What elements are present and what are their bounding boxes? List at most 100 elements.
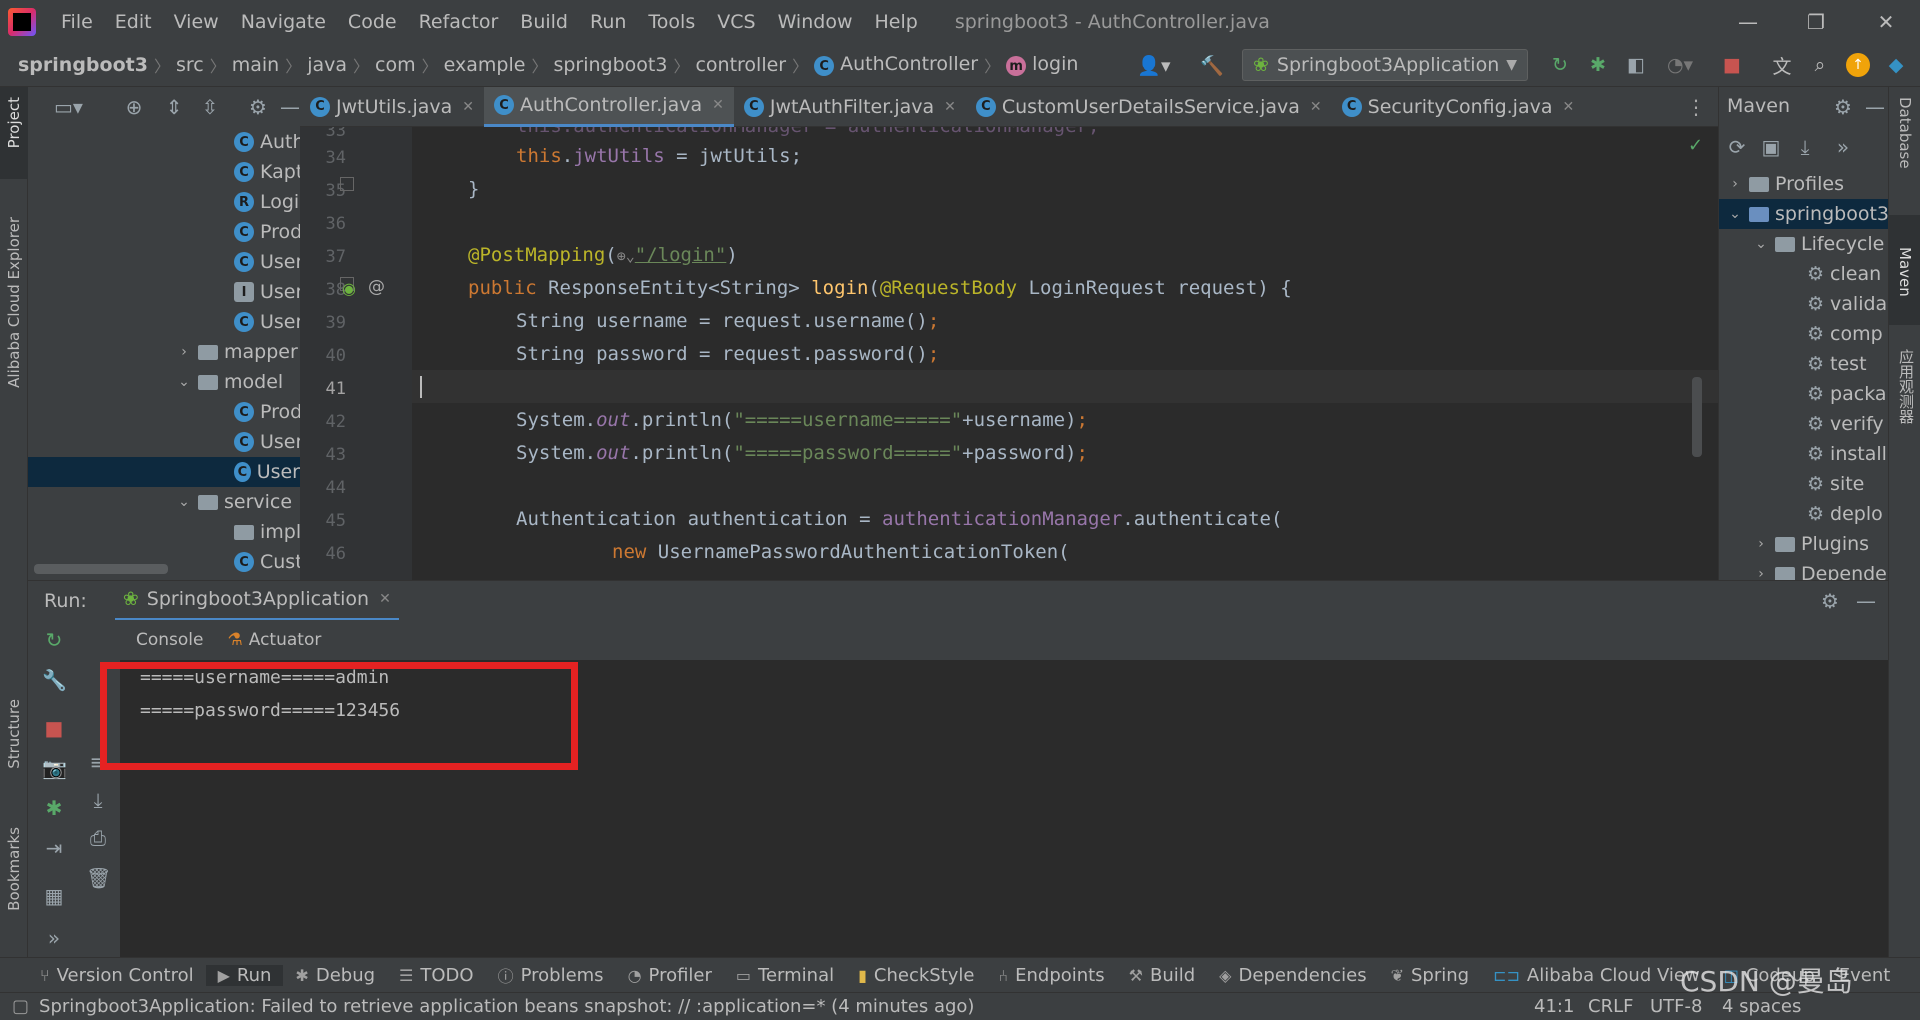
tab-build[interactable]: ⚒ Build xyxy=(1117,965,1208,986)
tab-customuserdetailsservice[interactable]: C CustomUserDetailsService.java ✕ xyxy=(966,87,1332,127)
tab-debug[interactable]: ✱ Debug xyxy=(283,965,387,986)
restore-icon[interactable]: ❐ xyxy=(1786,0,1846,43)
status-toggle-icon[interactable]: ▢ xyxy=(12,996,29,1017)
tab-jwtutils[interactable]: C JwtUtils.java ✕ xyxy=(300,87,484,127)
close-tab-icon[interactable]: ✕ xyxy=(379,591,391,607)
tree-item[interactable]: C User xyxy=(234,427,300,457)
tab-actuator[interactable]: ⚗ Actuator xyxy=(220,630,330,650)
maven-goal-verify[interactable]: ⚙ verify xyxy=(1807,409,1884,439)
tree-folder[interactable]: ⌄ model xyxy=(176,367,283,397)
debug-bug-icon[interactable]: ✱ xyxy=(1586,53,1610,77)
profile-icon[interactable]: ◔▾ xyxy=(1660,53,1700,77)
search-icon[interactable]: ⌕ xyxy=(1808,53,1832,77)
clear-trash-icon[interactable]: 🗑 xyxy=(86,866,111,890)
close-window-icon[interactable]: ✕ xyxy=(1856,0,1916,43)
endpoint-gutter-icon[interactable]: ◉ xyxy=(342,279,356,298)
menu-navigate[interactable]: Navigate xyxy=(230,11,337,33)
debug-restart-icon[interactable]: ✱ xyxy=(42,796,66,820)
menu-run[interactable]: Run xyxy=(579,11,637,33)
maven-lifecycle[interactable]: ⌄ Lifecycle xyxy=(1753,229,1884,259)
tree-item-selected[interactable]: C User xyxy=(28,457,300,487)
close-tab-icon[interactable]: ✕ xyxy=(1563,99,1575,115)
menu-help[interactable]: Help xyxy=(863,11,928,33)
vertical-scrollbar[interactable] xyxy=(1692,377,1702,457)
layout-icon[interactable]: ▦ xyxy=(42,884,66,908)
more-tabs-icon[interactable]: ⋮ xyxy=(1686,95,1706,119)
tab-endpoints[interactable]: ⑃ Endpoints xyxy=(987,965,1117,986)
reload-icon[interactable]: ⟳ xyxy=(1725,135,1749,159)
wrench-icon[interactable]: 🔧 xyxy=(42,668,67,692)
tab-jwtauthfilter[interactable]: C JwtAuthFilter.java ✕ xyxy=(734,87,966,127)
tab-profiler[interactable]: ◔ Profiler xyxy=(616,965,724,986)
breadcrumb-src[interactable]: src xyxy=(170,54,210,76)
tab-checkstyle[interactable]: ▮ CheckStyle xyxy=(846,965,986,986)
tree-item[interactable]: C Kapt xyxy=(234,157,300,187)
collapse-all-icon[interactable]: ⇳ xyxy=(198,95,222,119)
menu-tools[interactable]: Tools xyxy=(637,11,706,33)
run-config-tab[interactable]: ❀ Springboot3Application ✕ xyxy=(114,581,399,621)
tab-dependencies[interactable]: ◈ Dependencies xyxy=(1207,965,1378,986)
run-configuration-select[interactable]: ❀ Springboot3Application ▼ xyxy=(1242,49,1528,81)
more-icon[interactable]: » xyxy=(1831,135,1855,159)
camera-icon[interactable]: 📷 xyxy=(42,756,67,780)
settings-gear-icon[interactable]: ⚙ xyxy=(1818,589,1842,613)
tree-folder[interactable]: impl xyxy=(234,517,300,547)
menu-code[interactable]: Code xyxy=(337,11,408,33)
menu-view[interactable]: View xyxy=(163,11,230,33)
app-observer-tab[interactable]: 应用观测器 xyxy=(1896,349,1917,424)
minimize-icon[interactable]: — xyxy=(1718,0,1778,43)
login-icon[interactable]: ⇥ xyxy=(42,836,66,860)
project-view-icon[interactable]: ▭▾ xyxy=(54,95,83,119)
hide-icon[interactable]: — xyxy=(1854,589,1878,613)
breadcrumb-controller[interactable]: controller xyxy=(689,54,792,76)
maven-project[interactable]: ⌄ springboot3 xyxy=(1719,199,1888,229)
scroll-to-end-icon[interactable]: ⤓ xyxy=(86,788,110,812)
breadcrumb-main[interactable]: main xyxy=(226,54,285,76)
tab-console[interactable]: Console xyxy=(120,630,220,650)
tree-item[interactable]: C Prod xyxy=(234,217,300,247)
project-tool-tab[interactable]: Project xyxy=(0,87,28,179)
settings-gear-icon[interactable]: ⚙ xyxy=(1831,95,1855,119)
plugin-logo-icon[interactable]: ◆ xyxy=(1884,53,1908,77)
fold-icon[interactable] xyxy=(340,177,354,191)
maven-goal-site[interactable]: ⚙ site xyxy=(1807,469,1864,499)
maven-goal-test[interactable]: ⚙ test xyxy=(1807,349,1867,379)
tab-authcontroller[interactable]: C AuthController.java ✕ xyxy=(484,86,734,127)
breadcrumb-method[interactable]: m login xyxy=(1000,53,1084,77)
mapping-gutter-icon[interactable]: @ xyxy=(368,277,385,297)
code-token[interactable]: "/login" xyxy=(635,244,727,266)
tab-alibaba-cloud-view[interactable]: ⊏⊐ Alibaba Cloud View xyxy=(1481,965,1712,986)
status-message[interactable]: Springboot3Application: Failed to retrie… xyxy=(39,996,974,1017)
maven-goal-package[interactable]: ⚙ packa xyxy=(1807,379,1887,409)
tab-securityconfig[interactable]: C SecurityConfig.java ✕ xyxy=(1332,87,1585,127)
line-separator[interactable]: CRLF xyxy=(1588,996,1633,1017)
tab-run[interactable]: ▶ Run xyxy=(205,964,284,986)
maven-goal-install[interactable]: ⚙ install xyxy=(1807,439,1887,469)
tab-terminal[interactable]: ▭ Terminal xyxy=(724,965,846,986)
user-account-icon[interactable]: 👤▾ xyxy=(1134,53,1174,77)
menu-file[interactable]: File xyxy=(50,11,104,33)
tree-item[interactable]: C Prod xyxy=(234,397,300,427)
menu-edit[interactable]: Edit xyxy=(104,11,163,33)
tab-todo[interactable]: ☰ TODO xyxy=(387,965,486,986)
close-tab-icon[interactable]: ✕ xyxy=(944,99,956,115)
tree-folder[interactable]: › mapper xyxy=(176,337,298,367)
print-icon[interactable]: ⎙ xyxy=(86,826,110,850)
update-icon[interactable]: ↑ xyxy=(1846,53,1870,77)
maven-tool-tab[interactable]: Maven xyxy=(1889,215,1920,325)
close-tab-icon[interactable]: ✕ xyxy=(462,99,474,115)
settings-gear-icon[interactable]: ⚙ xyxy=(246,95,270,119)
tree-item[interactable]: C Auth xyxy=(234,127,300,157)
locate-icon[interactable]: ⊕ xyxy=(122,95,146,119)
caret-position[interactable]: 41:1 xyxy=(1534,996,1574,1017)
breadcrumb-com[interactable]: com xyxy=(369,54,422,76)
code-editor[interactable]: 33 34 35 36 37 38 39 40 41 42 43 44 45 4… xyxy=(300,127,1718,580)
translate-icon[interactable]: 文 xyxy=(1770,53,1794,78)
close-tab-icon[interactable]: ✕ xyxy=(1310,99,1322,115)
breadcrumb-project[interactable]: springboot3 xyxy=(12,54,154,76)
add-project-icon[interactable]: ▣ xyxy=(1759,135,1783,159)
breadcrumb-java[interactable]: java xyxy=(301,54,353,76)
tab-spring[interactable]: ❦ Spring xyxy=(1379,965,1482,986)
maven-goal-validate[interactable]: ⚙ valida xyxy=(1807,289,1887,319)
build-hammer-icon[interactable]: 🔨 xyxy=(1200,53,1224,77)
